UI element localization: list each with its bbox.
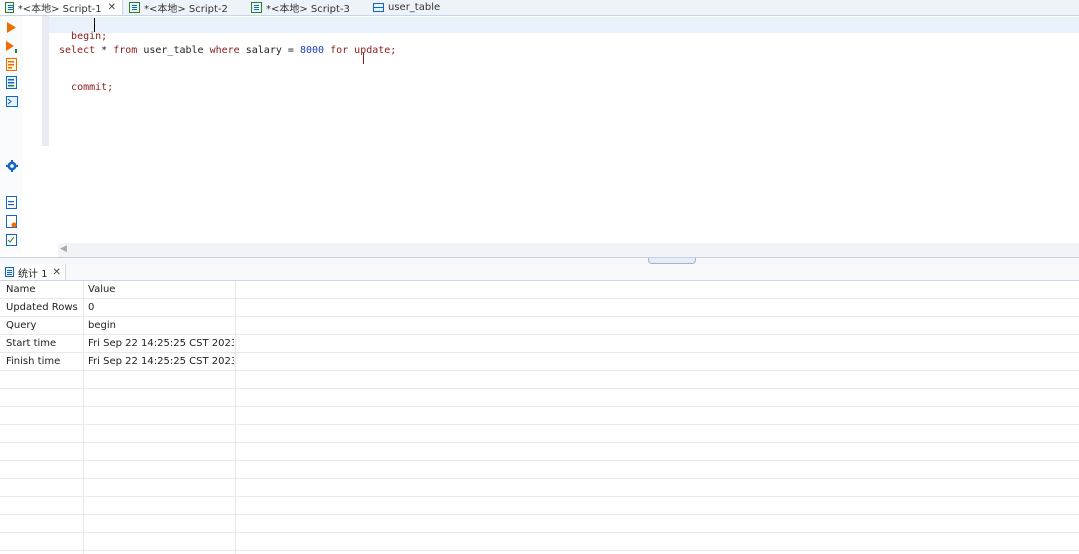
execute-script-icon[interactable]: [5, 40, 18, 53]
script-icon: [251, 2, 262, 13]
code-line-2[interactable]: select * from user_table where salary = …: [59, 45, 396, 56]
row-name: Start time: [6, 338, 57, 349]
text-caret: [94, 18, 95, 32]
empty-row: [0, 425, 1079, 443]
row-name: Finish time: [6, 356, 61, 367]
tab-statistics-1[interactable]: 统计 1 ✕: [0, 264, 66, 280]
row-name: Updated Rows: [6, 302, 78, 313]
empty-row: [0, 515, 1079, 533]
scroll-left-icon[interactable]: ◀: [60, 244, 67, 254]
console-icon[interactable]: [5, 95, 18, 108]
tab-user-table[interactable]: user_table: [368, 0, 458, 15]
execute-statement-icon[interactable]: [5, 21, 18, 34]
tab-label: *<本地> Script-2: [144, 4, 228, 15]
export-icon[interactable]: [5, 196, 18, 209]
tab-label: user_table: [388, 2, 441, 13]
empty-row: [0, 443, 1079, 461]
code-text: commit;: [71, 82, 114, 93]
code-operator: =: [287, 45, 294, 56]
keyword-update: update;: [354, 45, 397, 56]
table-row[interactable]: Start time Fri Sep 22 14:25:25 CST 2023: [0, 335, 1079, 353]
row-name: Query: [6, 320, 37, 331]
tab-script-2[interactable]: *<本地> Script-2: [124, 0, 244, 15]
table-row[interactable]: Updated Rows 0: [0, 299, 1079, 317]
editor-tab-bar: *<本地> Script-1 ✕ *<本地> Script-2 *<本地> Sc…: [0, 0, 1079, 16]
grid-header-row: Name Value: [0, 281, 1079, 299]
keyword-select: select: [59, 45, 96, 56]
script-icon: [129, 2, 140, 13]
row-value: Fri Sep 22 14:25:25 CST 2023: [88, 338, 234, 349]
tab-script-1[interactable]: *<本地> Script-1 ✕: [0, 0, 123, 15]
tab-script-3[interactable]: *<本地> Script-3: [246, 0, 366, 15]
table-row[interactable]: Query begin: [0, 317, 1079, 335]
empty-row: [0, 371, 1079, 389]
empty-row: [0, 497, 1079, 515]
statistics-icon: [5, 267, 14, 277]
script-icon: [5, 2, 14, 13]
code-table-name: user_table: [143, 45, 204, 56]
table-icon: [373, 3, 384, 12]
load-script-icon[interactable]: [5, 76, 18, 89]
keyword-where: where: [209, 45, 240, 56]
empty-row: [0, 461, 1079, 479]
keyword-for: for: [330, 45, 349, 56]
column-header-value[interactable]: Value: [88, 281, 234, 298]
settings-icon[interactable]: [5, 159, 18, 172]
code-line-3[interactable]: commit;: [59, 71, 113, 93]
code-line-1[interactable]: begin;: [59, 20, 107, 42]
code-number: 8000: [299, 45, 325, 56]
new-script-icon[interactable]: [5, 215, 18, 228]
table-row[interactable]: Finish time Fri Sep 22 14:25:25 CST 2023: [0, 353, 1079, 371]
editor-gutter: [42, 16, 49, 146]
empty-row: [0, 533, 1079, 551]
close-icon[interactable]: ✕: [108, 2, 116, 13]
explain-plan-icon[interactable]: [5, 58, 18, 71]
editor-side-toolbar: [0, 16, 22, 254]
mouse-text-cursor: [363, 53, 364, 64]
empty-row: [0, 389, 1079, 407]
tab-label: *<本地> Script-3: [266, 4, 350, 15]
empty-row: [0, 479, 1079, 497]
row-value: Fri Sep 22 14:25:25 CST 2023: [88, 356, 234, 367]
tab-label: 统计 1: [18, 268, 48, 280]
panel-splitter[interactable]: [0, 257, 1079, 264]
format-icon[interactable]: [5, 233, 18, 246]
code-star: *: [101, 45, 108, 56]
row-value: begin: [88, 320, 116, 331]
code-text: begin;: [71, 31, 108, 42]
keyword-from: from: [113, 45, 138, 56]
current-line-highlight: [49, 17, 1079, 33]
editor-horizontal-scrollbar[interactable]: ◀: [58, 243, 1079, 257]
row-value: 0: [88, 302, 95, 313]
results-grid: Name Value Updated Rows 0 Query begin St…: [0, 281, 1079, 554]
tab-label: *<本地> Script-1: [17, 4, 102, 15]
empty-row: [0, 407, 1079, 425]
column-header-name[interactable]: Name: [6, 281, 80, 298]
code-column-name: salary: [245, 45, 282, 56]
close-icon[interactable]: ✕: [53, 267, 61, 278]
results-tab-bar: 统计 1 ✕: [0, 264, 1079, 281]
